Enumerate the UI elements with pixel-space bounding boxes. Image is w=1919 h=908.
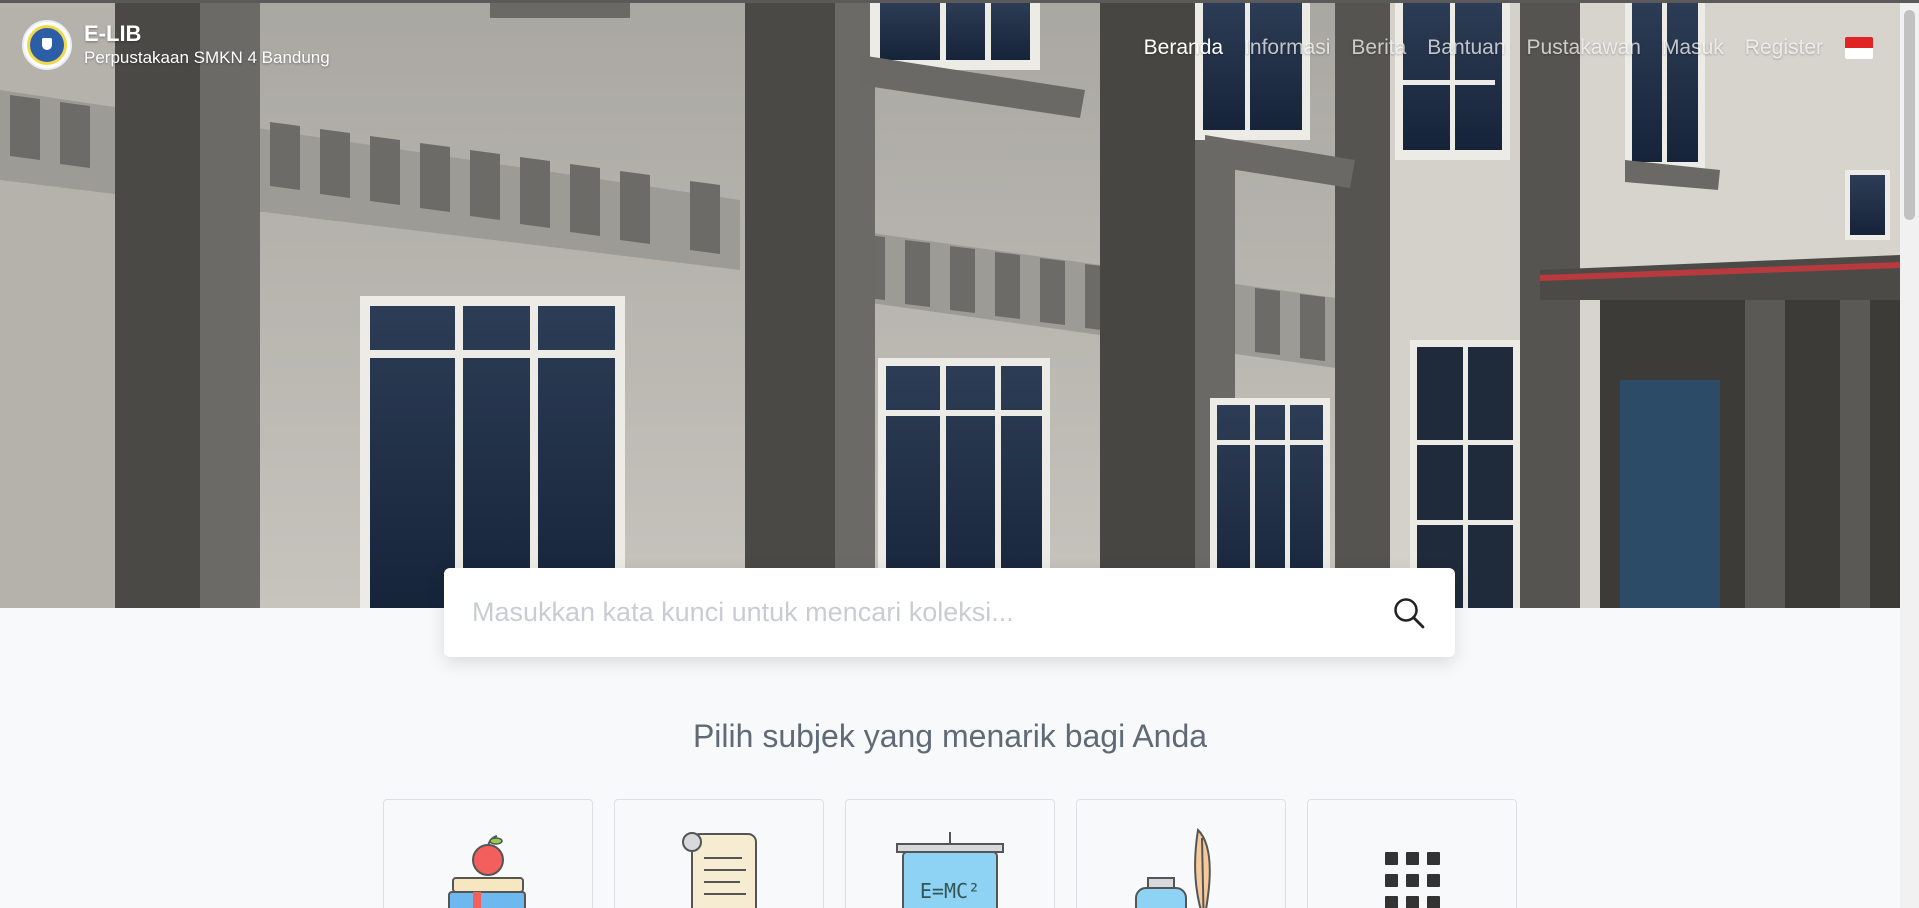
books-apple-icon <box>448 835 526 908</box>
nav-bantuan[interactable]: Bantuan <box>1427 36 1505 60</box>
brand-title: E-LIB <box>84 21 142 46</box>
nav-masuk[interactable]: Masuk <box>1662 36 1724 60</box>
nav-pustakawan[interactable]: Pustakawan <box>1527 36 1641 60</box>
svg-text:E=MC²: E=MC² <box>920 879 980 903</box>
page-scrollbar[interactable] <box>1900 0 1919 908</box>
brand-subtitle: Perpustakaan SMKN 4 Bandung <box>84 48 330 67</box>
grid-more-icon <box>1385 852 1440 908</box>
scroll-document-icon <box>682 832 757 908</box>
brand[interactable]: E-LIB Perpustakaan SMKN 4 Bandung <box>22 20 330 70</box>
school-emblem-icon <box>22 20 72 70</box>
nav-register[interactable]: Register <box>1745 36 1823 60</box>
subject-card[interactable] <box>1307 799 1517 908</box>
subject-card[interactable] <box>1076 799 1286 908</box>
formula-board-icon: E=MC² <box>896 832 1004 908</box>
hero-image <box>0 0 1900 608</box>
nav-informasi[interactable]: Informasi <box>1244 36 1330 60</box>
ink-quill-icon <box>1135 828 1211 908</box>
search-button[interactable] <box>1379 583 1439 643</box>
search-box <box>444 568 1455 657</box>
subject-card[interactable]: E=MC² <box>845 799 1055 908</box>
nav-berita[interactable]: Berita <box>1351 36 1406 60</box>
browser-top-line <box>0 0 1919 3</box>
main-nav: Beranda Informasi Berita Bantuan Pustaka… <box>1123 36 1873 60</box>
scrollbar-thumb[interactable] <box>1904 10 1915 220</box>
nav-beranda[interactable]: Beranda <box>1144 36 1223 60</box>
search-input[interactable] <box>444 568 1379 657</box>
search-icon <box>1394 597 1425 628</box>
subject-card[interactable] <box>614 799 824 908</box>
indonesia-flag-icon[interactable] <box>1845 37 1873 59</box>
subject-card[interactable] <box>383 799 593 908</box>
subjects-heading: Pilih subjek yang menarik bagi Anda <box>692 718 1208 754</box>
subject-cards: E=MC² <box>383 799 1517 908</box>
